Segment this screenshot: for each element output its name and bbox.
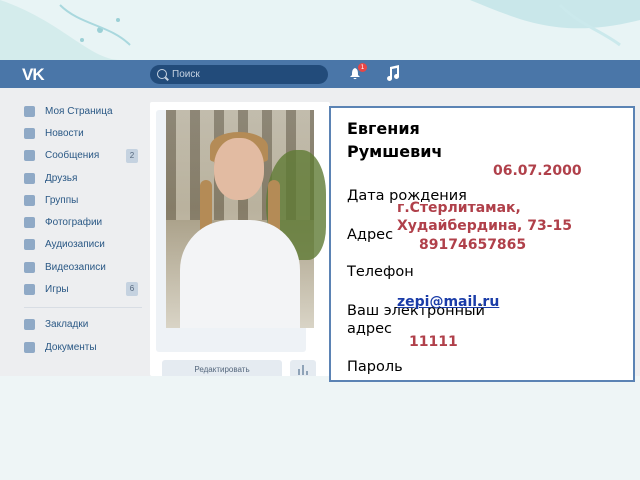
news-icon [24, 127, 35, 139]
sidebar-item-news[interactable]: Новости [24, 122, 144, 144]
notification-badge: 1 [358, 63, 367, 72]
phone-label: Телефон [347, 264, 414, 280]
sidebar-item-my-page[interactable]: Моя Страница [24, 100, 144, 122]
sidebar-item-messages[interactable]: Сообщения 2 [24, 145, 144, 167]
search-input[interactable]: Поиск [150, 65, 328, 84]
sidebar-item-games[interactable]: Игры 6 [24, 278, 144, 300]
groups-icon [24, 194, 35, 206]
vk-logo[interactable]: VK [22, 65, 45, 85]
photo-frame [156, 110, 326, 352]
sidebar-item-label: Группы [45, 194, 79, 206]
password-label: Пароль [347, 359, 403, 375]
address-label: Адрес [347, 227, 394, 243]
star-icon [24, 319, 35, 331]
friends-icon [24, 172, 35, 184]
gamepad-icon [24, 284, 35, 296]
sidebar-item-video[interactable]: Видеозаписи [24, 256, 144, 278]
camera-icon [24, 217, 35, 229]
birth-value: 06.07.2000 [493, 163, 582, 179]
music-note-icon [24, 239, 35, 251]
film-icon [24, 261, 35, 273]
sidebar-item-label: Фотографии [45, 217, 103, 229]
vk-header: VK Поиск 1 [0, 60, 640, 88]
search-icon [157, 69, 167, 79]
home-icon [24, 105, 35, 117]
profile-photo[interactable] [166, 110, 326, 328]
sidebar-item-label: Аудиозаписи [45, 239, 105, 251]
sidebar-item-label: Закладки [45, 319, 89, 331]
search-placeholder: Поиск [172, 69, 200, 80]
sidebar-item-label: Видеозаписи [45, 261, 106, 273]
name-first: Евгения [347, 119, 420, 138]
sidebar-item-photos[interactable]: Фотографии [24, 211, 144, 233]
phone-value: 89174657865 [419, 237, 527, 253]
profile-card: Редактировать [150, 102, 330, 380]
document-icon [24, 341, 35, 353]
sidebar-item-label: Документы [45, 341, 97, 353]
address-value-line2: Худайбердина, 73-15 [397, 218, 572, 234]
sidebar-item-groups[interactable]: Группы [24, 189, 144, 211]
messages-icon [24, 150, 35, 162]
sidebar: Моя Страница Новости Сообщения 2 Друзья … [24, 100, 144, 358]
sidebar-item-label: Новости [45, 127, 84, 139]
games-count-badge: 6 [126, 282, 138, 297]
password-value: 11111 [409, 334, 458, 350]
sidebar-item-audio[interactable]: Аудиозаписи [24, 234, 144, 256]
bottom-background [0, 376, 640, 480]
address-value-line1: г.Стерлитамак, [397, 200, 521, 216]
sidebar-item-label: Моя Страница [45, 105, 113, 117]
sidebar-item-friends[interactable]: Друзья [24, 167, 144, 189]
music-icon[interactable] [386, 65, 400, 81]
sidebar-item-label: Сообщения [45, 150, 100, 162]
sidebar-item-label: Друзья [45, 172, 78, 184]
info-box: Евгения Румшевич 06.07.2000 Дата рождени… [329, 106, 635, 382]
sidebar-item-documents[interactable]: Документы [24, 336, 144, 358]
sidebar-divider [24, 306, 142, 308]
sidebar-item-label: Игры [45, 284, 69, 296]
email-label-line2: адрес [347, 321, 393, 337]
name-last: Румшевич [347, 142, 443, 161]
sidebar-item-bookmarks[interactable]: Закладки [24, 314, 144, 336]
email-value[interactable]: zepi@mail.ru [397, 294, 499, 310]
messages-count-badge: 2 [126, 148, 138, 163]
